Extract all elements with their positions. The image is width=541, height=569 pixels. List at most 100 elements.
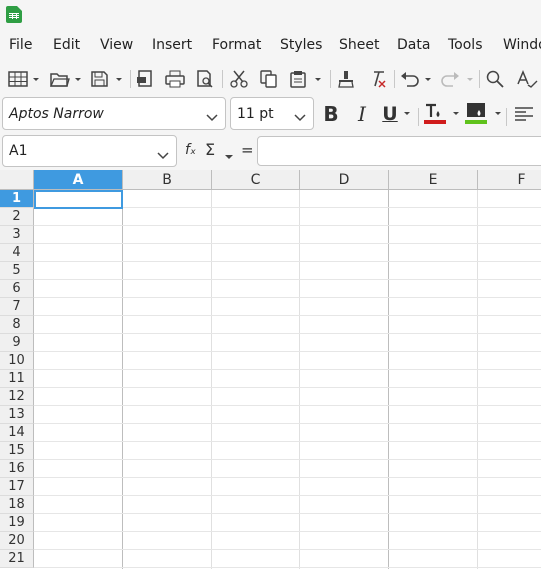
row-header-5[interactable]: 5 xyxy=(0,262,34,280)
row-divider xyxy=(34,243,541,244)
align-left-button[interactable] xyxy=(512,102,536,126)
title-bar xyxy=(0,0,541,32)
spreadsheet-grid[interactable]: A B C D E F 1 2 3 4 5 6 7 8 9 10 11 12 13 14 15 16 17 18 1… xyxy=(0,170,541,569)
underline-button[interactable]: U xyxy=(380,102,416,126)
row-divider xyxy=(34,549,541,550)
open-button[interactable] xyxy=(48,67,84,91)
table-button[interactable] xyxy=(5,67,43,91)
row-header-17[interactable]: 17 xyxy=(0,478,34,496)
row-header-14[interactable]: 14 xyxy=(0,424,34,442)
active-cell-cursor[interactable] xyxy=(34,190,123,209)
highlight-color-button[interactable] xyxy=(464,102,504,126)
row-header-12[interactable]: 12 xyxy=(0,388,34,406)
row-header-7[interactable]: 7 xyxy=(0,298,34,316)
print-button[interactable] xyxy=(164,67,186,91)
print-preview-button[interactable] xyxy=(194,67,216,91)
menu-styles[interactable]: Styles xyxy=(280,37,322,53)
name-box[interactable]: A1 xyxy=(2,135,177,167)
toolbar-separator xyxy=(330,70,331,88)
toolbar-separator xyxy=(394,70,395,88)
select-all-corner[interactable] xyxy=(0,170,34,190)
paste-icon xyxy=(288,70,324,88)
font-color-button[interactable] xyxy=(423,102,461,126)
menu-file[interactable]: File xyxy=(9,37,32,53)
column-header-f[interactable]: F xyxy=(478,170,541,190)
chevron-down-icon[interactable] xyxy=(205,108,219,127)
cell-reference: A1 xyxy=(9,143,28,159)
row-header-20[interactable]: 20 xyxy=(0,532,34,550)
sum-icon[interactable]: Σ xyxy=(205,140,215,159)
paste-button[interactable] xyxy=(287,67,325,91)
row-header-6[interactable]: 6 xyxy=(0,280,34,298)
chevron-down-icon[interactable] xyxy=(156,146,170,165)
menu-tools[interactable]: Tools xyxy=(448,37,483,53)
standard-toolbar xyxy=(0,62,541,96)
italic-button[interactable]: I xyxy=(351,102,373,126)
row-header-3[interactable]: 3 xyxy=(0,226,34,244)
copy-button[interactable] xyxy=(258,67,280,91)
copy-icon xyxy=(259,70,279,88)
row-divider xyxy=(34,405,541,406)
column-header-d[interactable]: D xyxy=(300,170,389,190)
row-header-21[interactable]: 21 xyxy=(0,550,34,568)
row-header-1[interactable]: 1 xyxy=(0,190,34,208)
export-pdf-button[interactable] xyxy=(135,67,157,91)
column-header-e[interactable]: E xyxy=(389,170,478,190)
formula-icon[interactable]: = xyxy=(241,141,254,159)
menu-data[interactable]: Data xyxy=(397,37,430,53)
underline-icon: U xyxy=(382,103,398,125)
redo-button[interactable] xyxy=(440,67,476,91)
menu-insert[interactable]: Insert xyxy=(152,37,192,53)
menu-view[interactable]: View xyxy=(100,37,133,53)
row-header-16[interactable]: 16 xyxy=(0,460,34,478)
row-divider xyxy=(34,261,541,262)
row-divider xyxy=(34,567,541,568)
chevron-down-icon[interactable] xyxy=(224,146,234,165)
row-header-11[interactable]: 11 xyxy=(0,370,34,388)
export-pdf-icon xyxy=(136,70,156,88)
row-divider xyxy=(34,423,541,424)
align-left-icon xyxy=(513,105,535,123)
toolbar-separator xyxy=(130,70,131,88)
column-header-b[interactable]: B xyxy=(123,170,212,190)
menu-sheet[interactable]: Sheet xyxy=(339,37,379,53)
cut-button[interactable] xyxy=(228,67,250,91)
bold-button[interactable]: B xyxy=(320,102,342,126)
row-header-8[interactable]: 8 xyxy=(0,316,34,334)
clone-formatting-button[interactable] xyxy=(335,67,357,91)
row-divider xyxy=(34,459,541,460)
menu-window[interactable]: Windo xyxy=(503,37,541,53)
clear-formatting-icon xyxy=(366,70,388,88)
row-divider xyxy=(34,369,541,370)
clear-formatting-button[interactable] xyxy=(365,67,389,91)
row-divider xyxy=(34,315,541,316)
row-header-15[interactable]: 15 xyxy=(0,442,34,460)
column-header-c[interactable]: C xyxy=(212,170,300,190)
formula-input[interactable] xyxy=(257,136,541,166)
undo-button[interactable] xyxy=(398,67,434,91)
row-header-9[interactable]: 9 xyxy=(0,334,34,352)
cut-icon xyxy=(229,70,249,88)
row-header-19[interactable]: 19 xyxy=(0,514,34,532)
save-button[interactable] xyxy=(89,67,125,91)
function-wizard-icon[interactable]: fₓ xyxy=(185,142,196,158)
row-header-4[interactable]: 4 xyxy=(0,244,34,262)
menu-format[interactable]: Format xyxy=(212,37,261,53)
menu-edit[interactable]: Edit xyxy=(53,37,80,53)
font-name-box[interactable]: Aptos Narrow xyxy=(2,97,226,130)
highlight-color-icon xyxy=(464,102,504,126)
row-divider xyxy=(34,387,541,388)
font-size-box[interactable]: 11 pt xyxy=(230,97,314,130)
row-header-13[interactable]: 13 xyxy=(0,406,34,424)
bold-icon: B xyxy=(323,102,339,126)
column-header-a[interactable]: A xyxy=(34,170,123,190)
chevron-down-icon[interactable] xyxy=(293,108,307,127)
chevron-down-icon xyxy=(403,112,410,115)
row-header-18[interactable]: 18 xyxy=(0,496,34,514)
spelling-button[interactable] xyxy=(515,67,539,91)
print-icon xyxy=(165,70,185,88)
row-header-2[interactable]: 2 xyxy=(0,208,34,226)
row-header-10[interactable]: 10 xyxy=(0,352,34,370)
find-replace-button[interactable] xyxy=(484,67,506,91)
redo-icon xyxy=(441,70,475,88)
